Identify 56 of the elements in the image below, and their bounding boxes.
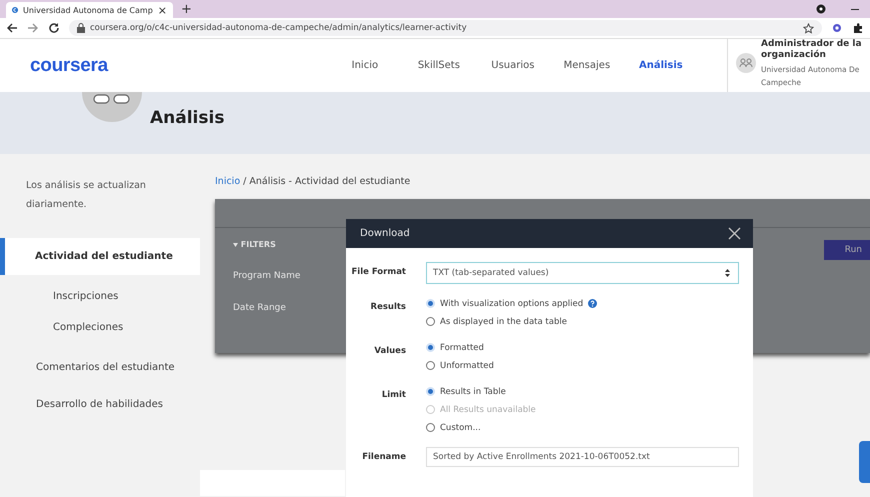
radio-label: With visualization options applied [440, 298, 584, 308]
filename-input[interactable]: Sorted by Active Enrollments 2021-10-06T0052.txt [426, 447, 739, 467]
tab-close-button[interactable]: × [158, 4, 167, 16]
user-role: Administrador de la organización [761, 39, 863, 61]
dialog-title: Download [360, 228, 410, 239]
field-label: Filename [361, 451, 406, 462]
radio-button[interactable] [426, 361, 435, 370]
lock-icon [77, 23, 85, 33]
radio-button[interactable] [426, 317, 435, 326]
sidebar-item[interactable]: Desarrollo de habilidades [5, 390, 200, 419]
coursera-logo-icon [12, 4, 18, 16]
filter-label: Program Name [233, 271, 300, 281]
field-label: Limit [380, 389, 406, 400]
browser-tab[interactable]: Universidad Autonoma de Camp × [6, 2, 173, 18]
nav-link[interactable]: Inicio [328, 60, 402, 71]
update-note: Los análisis se actualizan diariamente. [26, 179, 147, 212]
field-label: Values [373, 345, 406, 356]
field-label: Results [370, 301, 406, 312]
filter-label: Date Range [233, 303, 287, 313]
reload-icon[interactable] [48, 22, 60, 34]
tab-title: Universidad Autonoma de Camp [23, 6, 153, 14]
url-text: coursera.org/o/c4c-universidad-autonoma-de-campeche/admin/analytics/learner-activity [90, 23, 467, 33]
file-format-select[interactable]: TXT (tab-separated values) [426, 262, 739, 284]
group-avatar-icon[interactable] [736, 53, 756, 73]
close-icon[interactable] [728, 227, 741, 240]
help-icon[interactable] [588, 299, 598, 308]
nav-link[interactable]: Análisis [624, 60, 698, 71]
back-icon[interactable] [6, 22, 18, 34]
field-label: File Format [350, 266, 406, 277]
address-bar[interactable]: coursera.org/o/c4c-universidad-autonoma-de-campeche/admin/analytics/learner-activity [69, 20, 822, 36]
new-tab-button[interactable]: + [181, 2, 192, 16]
forward-icon[interactable] [27, 22, 39, 34]
radio-label: Results in Table [440, 386, 506, 396]
radio-label: Formatted [440, 342, 484, 352]
radio-label: Unformatted [440, 360, 494, 370]
radio-label: Custom... [440, 422, 481, 432]
star-icon[interactable] [803, 22, 814, 34]
sidebar-subitem[interactable]: Compleciones [5, 322, 200, 333]
radio-button[interactable] [426, 423, 435, 432]
extension-icon[interactable] [816, 4, 826, 14]
puzzle-icon[interactable] [852, 22, 864, 34]
page-title: Análisis [150, 108, 224, 128]
nav-link[interactable]: SkillSets [402, 60, 476, 71]
caret-icon [233, 243, 238, 247]
select-arrows-icon [725, 269, 730, 277]
nav-link[interactable]: Mensajes [550, 60, 624, 71]
breadcrumb-link[interactable]: Inicio [215, 176, 240, 187]
radio-label: As displayed in the data table [440, 316, 567, 326]
sidebar-item[interactable]: Comentarios del estudiante [5, 353, 200, 382]
breadcrumb: Inicio / Análisis - Actividad del estudiante [215, 176, 412, 187]
radio-label: All Results unavailable [440, 404, 536, 414]
nav-link[interactable]: Usuarios [476, 60, 550, 71]
run-button[interactable]: Run [824, 240, 870, 260]
sidebar-subitem[interactable]: Inscripciones [5, 291, 200, 302]
coursera-logo[interactable]: coursera [30, 54, 108, 76]
sidebar-item[interactable]: Actividad del estudiante [0, 238, 200, 275]
